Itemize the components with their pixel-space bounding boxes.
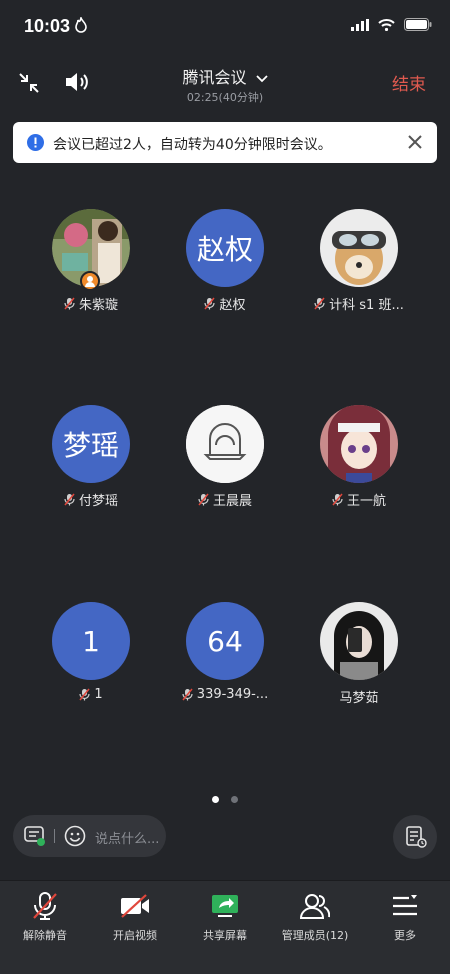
meeting-title[interactable]: 腾讯会议 [0,64,450,88]
members-icon [300,894,330,919]
participant-tile[interactable]: 马梦茹 [284,602,434,706]
muted-mic-icon [182,688,193,701]
start-video-button[interactable]: 开启视频 [90,889,180,943]
participant-tile[interactable]: 赵权 赵权 [150,209,300,313]
avatar: 梦瑶 [52,405,130,483]
muted-mic-icon [332,493,343,506]
more-button[interactable]: 更多 [360,889,450,943]
chat-separator [54,829,55,843]
start-video-label: 开启视频 [113,929,157,942]
avatar [320,602,398,680]
end-meeting-button[interactable]: 结束 [392,70,426,95]
wifi-icon [378,18,395,31]
emoji-icon[interactable] [64,825,86,847]
participant-name: 1 [94,687,103,702]
participant-name: 王晨晨 [212,494,252,509]
notice-text: 会议已超过2人，自动转为40分钟限时会议。 [53,137,332,153]
avatar [320,209,398,287]
chat-input[interactable]: 说点什么... [95,828,159,847]
participant-name: 339-349-... [196,687,269,702]
avatar-text: 64 [207,624,243,658]
participant-tile[interactable]: 王一航 [284,405,434,509]
muted-mic-icon [64,493,75,506]
muted-mic-icon [64,297,75,310]
share-screen-icon [212,895,238,917]
participant-name: 计科 s1 班... [329,298,404,313]
participant-tile[interactable]: 王晨晨 [150,405,300,509]
avatar-text: 赵权 [196,233,253,266]
participant-grid: 朱紫璇 赵权 赵权 计科 s1 班... 梦瑶 付梦瑶 王晨晨 王一航 1 1 … [0,200,450,720]
avatar-text: 1 [82,624,100,658]
participant-name: 赵权 [219,298,246,313]
share-screen-button[interactable]: 共享屏幕 [180,889,270,943]
share-screen-label: 共享屏幕 [203,929,247,942]
meeting-header: 腾讯会议 02:25(40分钟) 结束 [0,52,450,108]
chevron-down-icon [255,74,268,82]
participant-tile[interactable]: 梦瑶 付梦瑶 [16,405,166,509]
avatar: 1 [52,602,130,680]
battery-icon [404,18,432,31]
avatar-text: 梦瑶 [62,429,119,462]
participant-name: 王一航 [346,494,386,509]
avatar [320,405,398,483]
notes-icon [406,826,427,848]
page-indicator [0,796,450,803]
close-icon[interactable] [407,134,423,150]
danmaku-toggle-icon[interactable] [24,826,46,846]
info-icon [27,134,44,151]
participant-tile[interactable]: 计科 s1 班... [284,209,434,313]
muted-mic-icon [204,297,216,310]
page-dot-1[interactable] [212,796,219,803]
bottom-toolbar: 解除静音 开启视频 共享屏幕 管理成员(12) 更多 [0,880,450,974]
manage-members-label: 管理成员(12) [281,929,349,942]
video-off-icon [121,894,149,918]
meeting-timer: 02:25(40分钟) [186,91,264,104]
host-icon [80,271,100,291]
status-bar: 10:03 [0,0,450,52]
muted-mic-icon [198,493,209,506]
hotspot-icon [75,17,87,33]
notes-button[interactable] [393,815,437,859]
meeting-title-text: 腾讯会议 [182,68,247,87]
unmute-button[interactable]: 解除静音 [0,889,90,943]
muted-mic-icon [33,892,57,920]
time-limit-notice: 会议已超过2人，自动转为40分钟限时会议。 [13,122,437,163]
participant-name: 付梦瑶 [78,494,118,509]
participant-tile[interactable]: 64 339-349-... [150,602,300,702]
avatar: 赵权 [186,209,264,287]
status-time: 10:03 [24,16,71,36]
participant-name: 朱紫璇 [78,298,118,313]
muted-mic-icon [79,688,90,701]
page-dot-2[interactable] [231,796,238,803]
avatar [186,405,264,483]
chat-bar[interactable]: 说点什么... [13,815,166,857]
muted-mic-icon [314,297,325,310]
avatar [52,209,130,291]
participant-tile[interactable]: 1 1 [16,602,166,702]
unmute-label: 解除静音 [23,929,67,942]
signal-icon [351,18,369,31]
more-menu-icon [393,895,417,916]
avatar: 64 [186,602,264,680]
manage-members-button[interactable]: 管理成员(12) [270,889,360,943]
more-label: 更多 [394,929,416,942]
participant-name: 马梦茹 [339,691,379,706]
participant-tile[interactable]: 朱紫璇 [16,209,166,313]
